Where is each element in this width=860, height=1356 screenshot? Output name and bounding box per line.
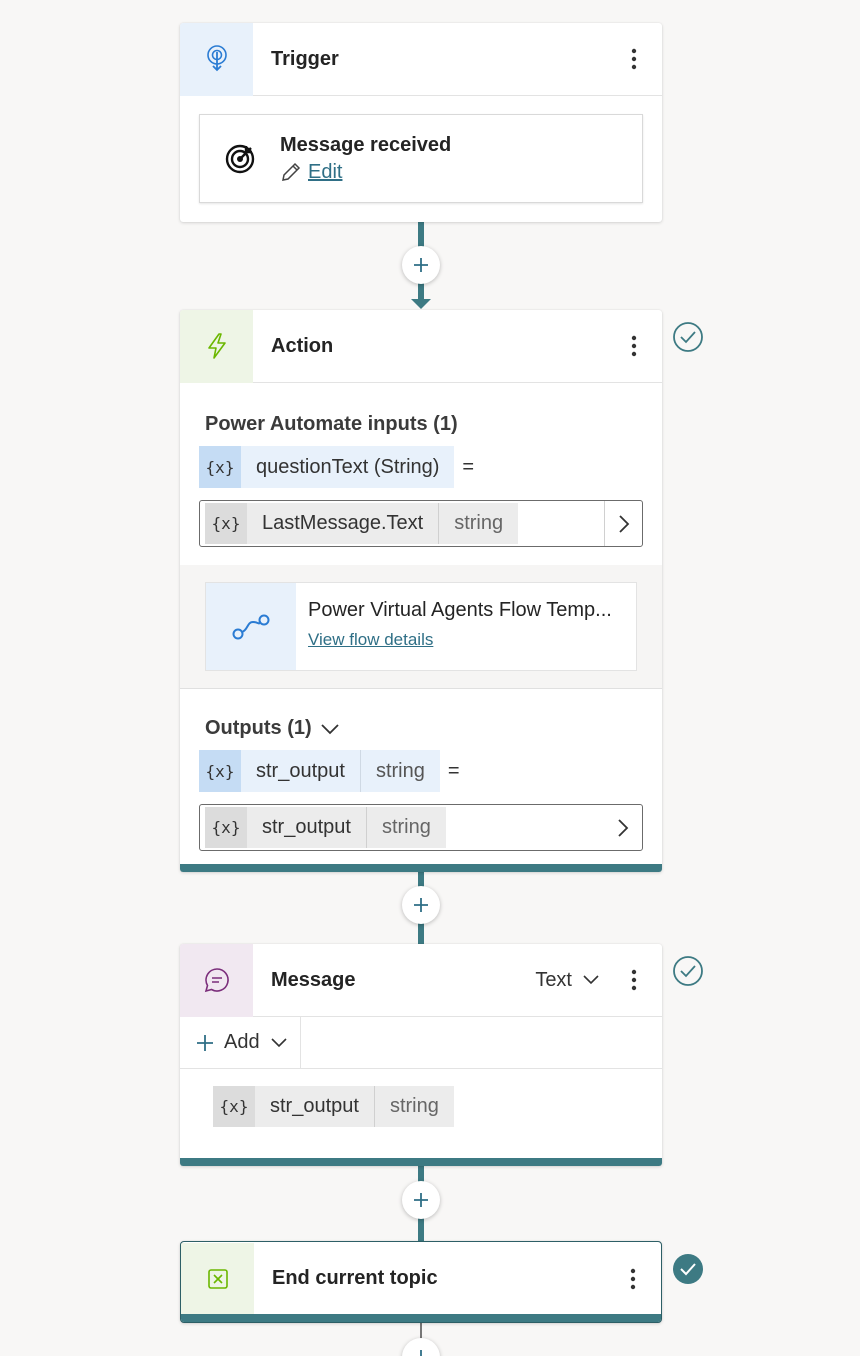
action-icon-wrap xyxy=(180,310,253,383)
target-icon xyxy=(200,142,280,176)
input-variable-name: questionText (String) xyxy=(256,455,440,478)
more-vertical-icon xyxy=(630,1268,636,1289)
more-options-button[interactable] xyxy=(614,960,654,1000)
open-output-picker-button[interactable] xyxy=(604,805,642,850)
variable-icon: {x} xyxy=(199,750,241,792)
chevron-down-icon xyxy=(271,1037,287,1047)
input-value-field[interactable]: {x} LastMessage.Text string xyxy=(199,500,643,547)
variable-icon: {x} xyxy=(199,446,241,488)
chevron-right-icon xyxy=(618,514,629,533)
add-label: Add xyxy=(224,1031,260,1053)
action-header: Action xyxy=(180,310,662,383)
plus-icon xyxy=(414,898,428,912)
equals-sign: = xyxy=(462,455,475,478)
trigger-node[interactable]: Trigger Message received Edit xyxy=(180,23,662,222)
end-topic-node[interactable]: End current topic xyxy=(180,1241,662,1323)
trigger-event-box: Message received Edit xyxy=(199,114,643,203)
plus-icon xyxy=(414,258,428,272)
more-options-button[interactable] xyxy=(614,326,654,366)
outputs-title: Outputs (1) xyxy=(205,717,312,739)
add-button[interactable]: Add xyxy=(180,1017,301,1068)
action-title: Action xyxy=(271,334,334,357)
message-icon-wrap xyxy=(180,944,253,1017)
message-header: Message Text xyxy=(180,944,662,1017)
message-toolbar: Add xyxy=(180,1017,662,1069)
message-node[interactable]: Message Text Add {x} str_output string xyxy=(180,944,662,1166)
output-variable-type: string xyxy=(359,750,440,792)
flow-section: Power Virtual Agents Flow Temp... View f… xyxy=(180,565,662,689)
output-variable-chip: {x} str_output string xyxy=(199,750,440,792)
action-node[interactable]: Action Power Automate inputs (1) {x} que… xyxy=(180,310,662,872)
card-footer-bar xyxy=(181,1314,661,1322)
view-flow-details-link[interactable]: View flow details xyxy=(308,630,612,650)
chevron-down-icon xyxy=(321,723,339,734)
trigger-title: Trigger xyxy=(271,47,339,70)
plus-icon xyxy=(420,1350,422,1356)
chevron-right-icon xyxy=(618,818,629,837)
output-value-type: string xyxy=(365,807,446,848)
variable-icon: {x} xyxy=(205,807,247,848)
edit-trigger-link[interactable]: Edit xyxy=(280,161,451,184)
connector-arrow xyxy=(411,299,431,309)
completed-check-icon xyxy=(673,1254,703,1284)
add-node-button[interactable] xyxy=(402,1338,440,1356)
trigger-event-title: Message received xyxy=(280,133,452,156)
lightning-icon xyxy=(207,333,226,359)
equals-sign: = xyxy=(447,759,460,782)
pencil-icon xyxy=(282,162,301,181)
card-footer-bar xyxy=(180,864,662,872)
end-topic-icon xyxy=(207,1268,228,1289)
validated-check-icon xyxy=(673,956,703,986)
open-value-picker-button[interactable] xyxy=(604,501,642,546)
more-vertical-icon xyxy=(631,48,637,70)
value-variable-type: string xyxy=(438,503,518,544)
trigger-icon-wrap xyxy=(180,23,253,96)
trigger-icon xyxy=(206,45,227,72)
value-variable-name: LastMessage.Text xyxy=(262,512,424,534)
flow-icon xyxy=(232,614,270,639)
end-header: End current topic xyxy=(181,1242,661,1315)
plus-icon xyxy=(197,1034,213,1051)
more-vertical-icon xyxy=(631,335,637,357)
more-options-button[interactable] xyxy=(613,1259,653,1299)
add-node-button[interactable] xyxy=(402,1181,440,1219)
input-variable-chip: {x} questionText (String) xyxy=(199,446,455,488)
message-variable-name: str_output xyxy=(270,1095,359,1117)
end-icon-wrap xyxy=(181,1242,254,1315)
output-value-name: str_output xyxy=(262,816,351,838)
more-vertical-icon xyxy=(631,969,637,991)
trigger-header: Trigger xyxy=(180,23,662,96)
message-format-value: Text xyxy=(535,968,572,991)
chat-bubble-icon xyxy=(204,968,229,993)
outputs-toggle[interactable]: Outputs (1) xyxy=(199,717,643,740)
output-value-field[interactable]: {x} str_output string xyxy=(199,804,643,851)
validated-check-icon xyxy=(673,322,703,352)
more-options-button[interactable] xyxy=(614,39,654,79)
add-node-button[interactable] xyxy=(402,246,440,284)
edit-label: Edit xyxy=(308,160,343,183)
plus-icon xyxy=(414,1193,428,1207)
variable-icon: {x} xyxy=(205,503,247,544)
inputs-title: Power Automate inputs (1) xyxy=(205,413,458,435)
chevron-down-icon xyxy=(583,975,599,985)
output-variable-name: str_output xyxy=(256,759,345,782)
flow-icon-wrap xyxy=(206,583,296,670)
message-format-dropdown[interactable]: Text xyxy=(535,969,600,992)
value-variable-chip: {x} LastMessage.Text string xyxy=(205,503,519,544)
output-value-chip: {x} str_output string xyxy=(205,807,446,848)
message-title: Message xyxy=(271,968,356,991)
message-variable-chip[interactable]: {x} str_output string xyxy=(213,1086,454,1127)
add-node-button[interactable] xyxy=(402,886,440,924)
variable-icon: {x} xyxy=(213,1086,255,1127)
flow-card[interactable]: Power Virtual Agents Flow Temp... View f… xyxy=(205,582,637,671)
message-variable-type: string xyxy=(373,1086,454,1127)
flow-title: Power Virtual Agents Flow Temp... xyxy=(308,599,612,621)
end-title: End current topic xyxy=(272,1267,438,1289)
card-footer-bar xyxy=(180,1158,662,1166)
